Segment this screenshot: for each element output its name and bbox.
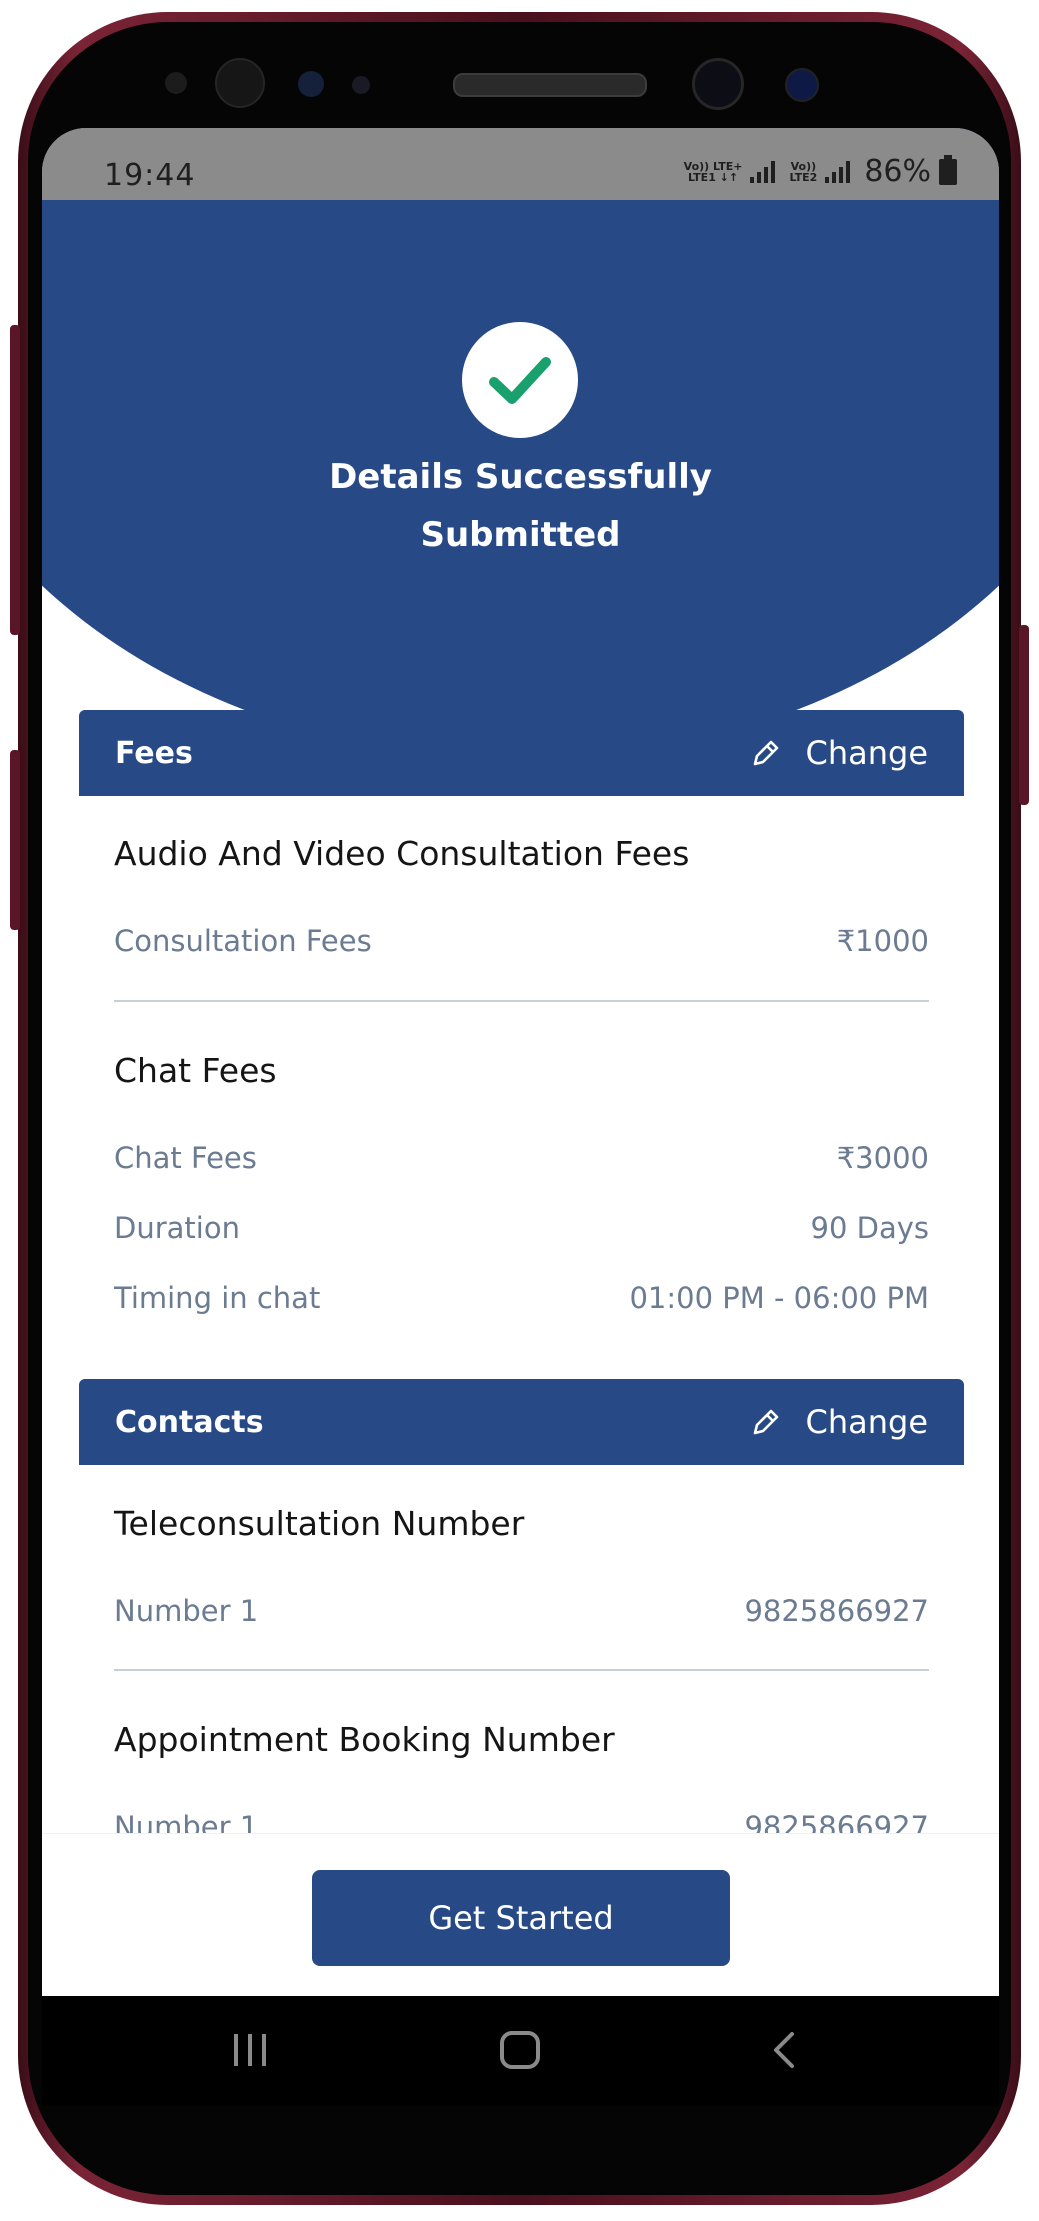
iris-sensor [215, 58, 265, 108]
duration-label: Duration [114, 1211, 240, 1245]
proximity-sensor [298, 71, 324, 97]
chat-fees-heading: Chat Fees [114, 1051, 277, 1090]
fees-divider [114, 1000, 929, 1002]
battery-percent: 86% [864, 154, 931, 189]
contacts-change-label: Change [805, 1403, 928, 1441]
get-started-button[interactable]: Get Started [312, 1870, 730, 1966]
status-right: Vo)) LTE+ LTE1 ↓↑ Vo)) LTE2 86% [684, 154, 957, 189]
teleconsultation-number-row: Number 1 9825866927 [114, 1594, 929, 1628]
system-nav-bar [42, 1996, 999, 2106]
appointment-booking-heading: Appointment Booking Number [114, 1720, 615, 1759]
network-sim1: Vo)) LTE+ LTE1 ↓↑ [684, 161, 743, 183]
recent-apps-icon[interactable] [230, 2030, 270, 2070]
timing-row: Timing in chat 01:00 PM - 06:00 PM [114, 1281, 929, 1315]
av-consultation-heading: Audio And Video Consultation Fees [114, 834, 690, 873]
chat-fees-label: Chat Fees [114, 1141, 257, 1175]
front-camera [692, 58, 744, 110]
teleconsultation-number-label: Number 1 [114, 1594, 259, 1628]
status-time: 19:44 [104, 158, 196, 193]
chat-fees-value: ₹3000 [836, 1141, 929, 1175]
contacts-section-title: Contacts [115, 1404, 264, 1440]
back-icon[interactable] [768, 2030, 800, 2070]
battery-icon [939, 154, 957, 185]
consultation-fees-value: ₹1000 [836, 924, 929, 958]
status-bar: 19:44 Vo)) LTE+ LTE1 ↓↑ Vo)) LTE2 86% [42, 128, 999, 200]
chat-fees-row: Chat Fees ₹3000 [114, 1141, 929, 1175]
app-screen: 19:44 Vo)) LTE+ LTE1 ↓↑ Vo)) LTE2 86% De… [42, 128, 999, 1996]
fees-section-title: Fees [115, 735, 193, 771]
light-sensor [352, 76, 370, 94]
network-sim2: Vo)) LTE2 [789, 161, 817, 183]
contacts-divider [114, 1669, 929, 1671]
duration-value: 90 Days [810, 1211, 930, 1245]
teleconsultation-number-value: 9825866927 [744, 1594, 929, 1628]
success-title-line2: Submitted [420, 515, 621, 555]
network-sim2-top: Vo)) [790, 159, 817, 173]
timing-value: 01:00 PM - 06:00 PM [629, 1281, 929, 1315]
timing-label: Timing in chat [114, 1281, 321, 1315]
header-curve-background [42, 128, 999, 760]
fees-section-header: Fees Change [79, 710, 964, 796]
contacts-change-button[interactable]: Change [749, 1403, 928, 1441]
signal-icon [750, 160, 776, 183]
fees-change-button[interactable]: Change [749, 734, 928, 772]
side-button-volume [10, 325, 20, 635]
front-camera-lens [785, 68, 819, 102]
success-check-icon [462, 322, 578, 438]
side-button-bixby [10, 750, 20, 930]
success-title: Details Successfully Submitted [42, 448, 999, 564]
fees-change-label: Change [805, 734, 928, 772]
home-icon[interactable] [498, 2030, 542, 2070]
signal-icon-2 [825, 160, 851, 183]
consultation-fees-label: Consultation Fees [114, 924, 372, 958]
sensor-dot [165, 72, 187, 94]
earpiece-speaker [453, 73, 647, 97]
success-title-line1: Details Successfully [329, 457, 712, 497]
pencil-icon [754, 1409, 779, 1435]
pencil-icon [754, 740, 779, 766]
duration-row: Duration 90 Days [114, 1211, 929, 1245]
network-sim1-bottom: LTE1 ↓↑ [687, 170, 739, 184]
contacts-section-header: Contacts Change [79, 1379, 964, 1465]
network-sim2-bottom: LTE2 [789, 170, 818, 184]
side-button-power [1019, 625, 1029, 805]
consultation-fees-row: Consultation Fees ₹1000 [114, 924, 929, 958]
teleconsultation-heading: Teleconsultation Number [114, 1504, 525, 1543]
network-sim1-top: Vo)) LTE+ [683, 159, 743, 173]
